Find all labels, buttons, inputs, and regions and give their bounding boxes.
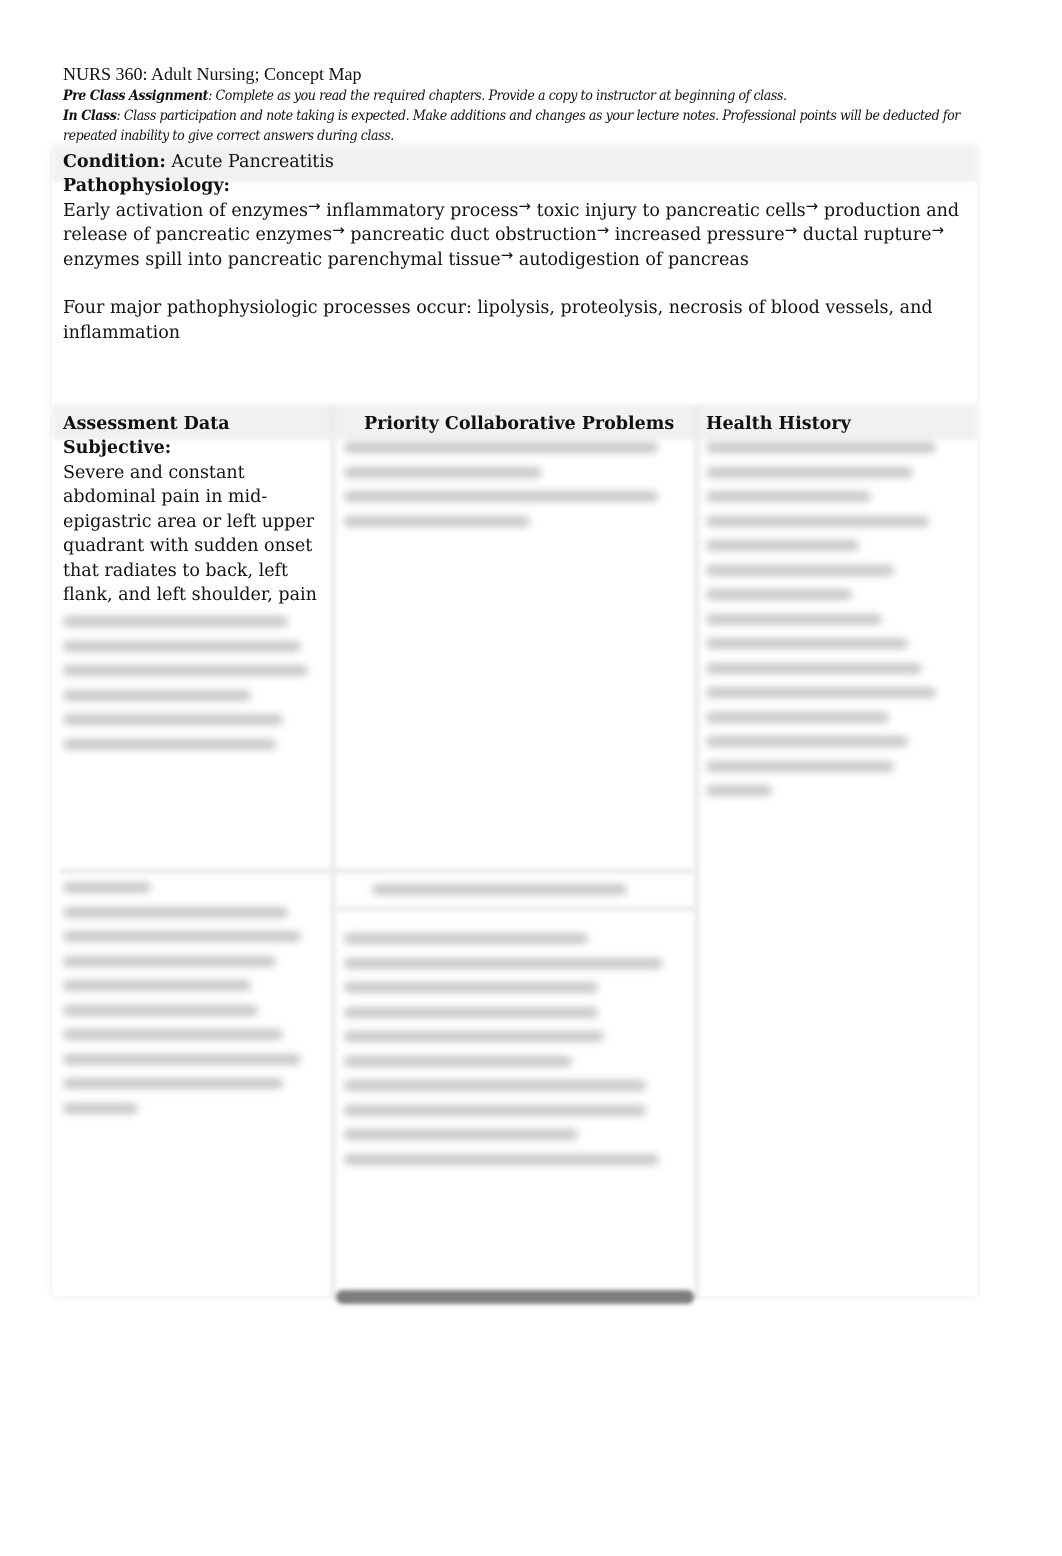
pathophysiology-step: increased pressure [614, 225, 785, 245]
document-title: NURS 360: Adult Nursing; Concept Map [63, 64, 362, 84]
condition-value: Acute Pancreatitis [165, 152, 334, 172]
lab-diagnostic-obscured-text [344, 933, 669, 1178]
pre-class-label: Pre Class Assignment [63, 88, 209, 104]
column-header-problems: Priority Collaborative Problems [364, 414, 675, 434]
column-divider [330, 408, 336, 1298]
document-header: NURS 360: Adult Nursing; Concept Map Pre… [63, 62, 993, 146]
arrow-right-icon: → [500, 245, 514, 264]
arrow-right-icon: → [805, 196, 819, 215]
pathophysiology-step: pancreatic duct obstruction [350, 225, 597, 245]
pathophysiology-step: ductal rupture [802, 225, 932, 245]
pathophysiology-step: Early activation of enzymes [63, 200, 309, 221]
pathophysiology-section: Pathophysiology: Early activation of enz… [63, 174, 963, 345]
pathophysiology-step: enzymes spill into pancreatic parenchyma… [63, 249, 501, 270]
pre-class-text: : Complete as you read the required chap… [208, 88, 787, 104]
subjective-text: Severe and constant abdominal pain in mi… [63, 462, 317, 606]
column-header-history: Health History [706, 414, 851, 434]
in-class-instructions: In Class: Class participation and note t… [63, 106, 993, 146]
subjective-section: Subjective: Severe and constant abdomina… [63, 436, 318, 608]
arrow-right-icon: → [784, 221, 798, 239]
arrow-right-icon: → [518, 196, 531, 215]
pathophysiology-label: Pathophysiology: [63, 176, 230, 196]
problems-obscured-text [344, 442, 664, 540]
row-divider [60, 868, 696, 874]
lab-diagnostic-heading-obscured [372, 884, 632, 909]
objective-obscured-text [63, 882, 313, 1127]
column-header-assessment: Assessment Data [63, 414, 230, 434]
column-divider [694, 408, 700, 1298]
in-class-text: : Class participation and note taking is… [63, 108, 960, 144]
condition: Condition: Acute Pancreatitis [63, 150, 334, 174]
subjective-label: Subjective: [63, 438, 172, 458]
pathophysiology-step: inflammatory process [326, 200, 519, 221]
horizontal-scrollbar[interactable] [336, 1290, 694, 1304]
arrow-right-icon: → [931, 221, 945, 239]
arrow-right-icon: → [308, 196, 321, 215]
in-class-label: In Class [63, 108, 117, 124]
history-obscured-text [706, 442, 941, 810]
pathophysiology-flow: Early activation of enzymes→ inflammator… [63, 196, 963, 273]
pathophysiology-summary: Four major pathophysiologic processes oc… [63, 298, 933, 343]
pathophysiology-step: autodigestion of pancreas [518, 249, 749, 270]
pre-class-instructions: Pre Class Assignment: Complete as you re… [63, 86, 993, 106]
arrow-right-icon: → [332, 221, 345, 239]
arrow-right-icon: → [596, 221, 610, 239]
condition-label: Condition: [63, 152, 166, 172]
subjective-obscured-text [63, 616, 313, 763]
pathophysiology-step: toxic injury to pancreatic cells [536, 200, 806, 221]
